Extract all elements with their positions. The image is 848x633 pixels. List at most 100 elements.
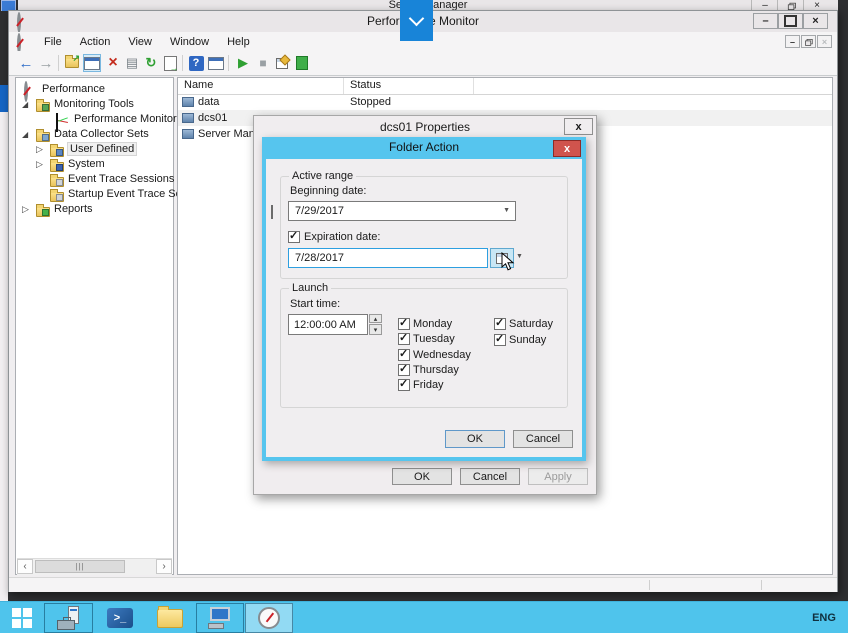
scroll-left-button[interactable]: ‹ bbox=[17, 559, 33, 574]
menu-action[interactable]: Action bbox=[71, 34, 120, 50]
beginning-date-field[interactable]: 7/29/2017 ▼ bbox=[271, 201, 516, 221]
time-spin-up-button[interactable]: ▴ bbox=[369, 314, 382, 323]
delete-button[interactable]: × bbox=[104, 54, 122, 72]
scrollbar-thumb[interactable]: ||| bbox=[35, 560, 125, 573]
window-maximize-button[interactable] bbox=[778, 13, 803, 29]
tree-item-event-trace-sessions[interactable]: Event Trace Sessions bbox=[16, 172, 174, 187]
dropdown-arrow-icon[interactable]: ▼ bbox=[516, 253, 523, 260]
properties-apply-button[interactable]: Apply bbox=[528, 468, 588, 485]
taskbar-remote-desktop-button[interactable] bbox=[196, 603, 244, 633]
child-restore-button[interactable] bbox=[801, 35, 816, 48]
list-header: Name Status bbox=[178, 78, 832, 95]
checkbox[interactable]: ✓ bbox=[288, 230, 300, 243]
close-icon: × bbox=[812, 15, 819, 27]
expiration-calendar-button[interactable] bbox=[490, 248, 514, 268]
active-range-label: Active range bbox=[289, 170, 357, 182]
notification-dropdown-button[interactable] bbox=[400, 0, 433, 41]
window-close-button[interactable]: × bbox=[803, 13, 828, 29]
properties-close-button[interactable]: x bbox=[564, 118, 593, 135]
folder-icon bbox=[36, 204, 50, 217]
properties-cancel-button[interactable]: Cancel bbox=[460, 468, 520, 485]
toolbar-separator bbox=[58, 55, 59, 71]
sunday-label: Sunday bbox=[509, 334, 547, 346]
time-spin-down-button[interactable]: ▾ bbox=[369, 324, 382, 335]
up-one-level-button[interactable]: ↗ bbox=[63, 53, 81, 72]
folder-action-dialog: Folder Action x Active range Beginning d… bbox=[262, 137, 586, 461]
properties-button[interactable]: ▤ bbox=[123, 54, 141, 72]
stop-collector-button[interactable]: ■ bbox=[254, 54, 272, 72]
expiration-date-value: 7/28/2017 bbox=[295, 252, 344, 264]
expiration-date-checkbox[interactable]: ✓ bbox=[288, 230, 300, 248]
expanded-icon[interactable]: ◢ bbox=[22, 130, 28, 139]
tree-item-performance-monitor[interactable]: Performance Monitor bbox=[16, 112, 177, 132]
show-console-tree-button[interactable] bbox=[83, 54, 101, 72]
language-label: ENG bbox=[812, 612, 836, 624]
start-time-label: Start time: bbox=[290, 298, 341, 310]
folder-action-close-button[interactable]: x bbox=[553, 140, 581, 157]
taskbar-file-explorer-button[interactable] bbox=[145, 603, 194, 633]
export-list-button[interactable]: → bbox=[161, 54, 179, 73]
menu-help[interactable]: Help bbox=[218, 34, 259, 50]
tree-item-performance[interactable]: Performance bbox=[16, 81, 173, 102]
forward-button[interactable]: → bbox=[37, 54, 55, 72]
child-close-button[interactable]: × bbox=[817, 35, 832, 48]
play-icon: ▶ bbox=[238, 55, 248, 70]
start-time-field[interactable]: 12:00:00 AM bbox=[288, 314, 368, 335]
launch-label: Launch bbox=[289, 282, 332, 294]
tuesday-label: Tuesday bbox=[413, 333, 455, 345]
expanded-icon[interactable]: ◢ bbox=[22, 100, 28, 109]
tree-horizontal-scrollbar[interactable]: ‹ ||| › bbox=[17, 558, 172, 575]
folder-icon bbox=[50, 174, 64, 187]
back-button[interactable]: ← bbox=[17, 54, 35, 72]
friday-checkbox[interactable]: ✓ bbox=[398, 378, 410, 396]
restore-icon bbox=[805, 38, 813, 46]
folder-action-cancel-button[interactable]: Cancel bbox=[513, 430, 573, 448]
menu-file[interactable]: File bbox=[35, 34, 71, 50]
taskbar-powershell-button[interactable]: >_ bbox=[97, 603, 143, 633]
tree-item-monitoring-tools[interactable]: ◢ Monitoring Tools bbox=[16, 97, 173, 112]
dropdown-arrow-icon[interactable]: ▼ bbox=[503, 207, 510, 214]
list-row-data[interactable]: data Stopped bbox=[178, 94, 832, 110]
calendar-icon bbox=[496, 252, 508, 264]
start-button[interactable] bbox=[0, 603, 44, 633]
close-icon: x bbox=[575, 120, 582, 133]
refresh-button[interactable]: ↻ bbox=[142, 54, 160, 72]
tree-item-reports[interactable]: ▷ Reports bbox=[16, 202, 173, 217]
help-button[interactable]: ? bbox=[187, 54, 205, 72]
tree-item-user-defined[interactable]: ▷ User Defined bbox=[16, 142, 173, 157]
refresh-icon: ↻ bbox=[145, 55, 157, 70]
scroll-right-button[interactable]: › bbox=[156, 559, 172, 574]
menu-view[interactable]: View bbox=[119, 34, 161, 50]
export-list-icon: → bbox=[163, 55, 179, 73]
start-collector-button[interactable]: ▶ bbox=[234, 54, 252, 72]
status-value: Stopped bbox=[350, 96, 391, 108]
tree-item-system[interactable]: ▷ System bbox=[16, 157, 173, 172]
child-minimize-button[interactable]: – bbox=[785, 35, 800, 48]
schedule-button[interactable] bbox=[273, 53, 291, 72]
taskbar-performance-monitor-button[interactable] bbox=[245, 603, 293, 633]
status-bar bbox=[9, 577, 837, 592]
column-header-status[interactable]: Status bbox=[344, 78, 474, 94]
collapsed-icon[interactable]: ▷ bbox=[22, 204, 29, 215]
scroll-right-icon: › bbox=[162, 561, 166, 572]
new-window-button[interactable] bbox=[207, 54, 225, 72]
help-icon: ? bbox=[188, 55, 204, 71]
properties-icon: ▤ bbox=[125, 55, 139, 70]
language-indicator[interactable]: ENG bbox=[800, 603, 848, 633]
tree-item-startup-event-trace-sessions[interactable]: Startup Event Trace Ses bbox=[16, 187, 187, 202]
expiration-date-field[interactable]: 7/28/2017 bbox=[288, 248, 488, 268]
sunday-checkbox[interactable]: ✓ bbox=[494, 333, 506, 351]
collapsed-icon[interactable]: ▷ bbox=[36, 159, 43, 170]
folder-action-ok-button[interactable]: OK bbox=[445, 430, 505, 448]
perfmon-gauge-icon bbox=[258, 607, 280, 629]
column-header-name[interactable]: Name bbox=[178, 78, 344, 94]
menu-window[interactable]: Window bbox=[161, 34, 218, 50]
properties-ok-button[interactable]: OK bbox=[392, 468, 452, 485]
latest-report-button[interactable] bbox=[293, 54, 311, 72]
window-minimize-button[interactable]: – bbox=[753, 13, 778, 29]
tree-item-data-collector-sets[interactable]: ◢ Data Collector Sets bbox=[16, 127, 173, 142]
grip-icon: ||| bbox=[75, 562, 85, 571]
taskbar-server-manager-button[interactable] bbox=[44, 603, 93, 633]
server-manager-left-edge bbox=[0, 112, 8, 601]
collapsed-icon[interactable]: ▷ bbox=[36, 144, 43, 155]
